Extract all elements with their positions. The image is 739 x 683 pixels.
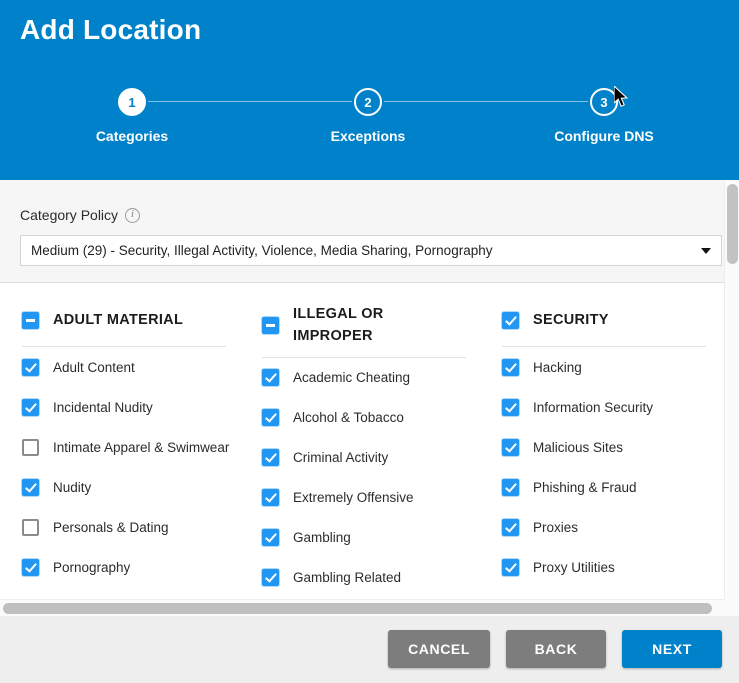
vertical-scrollbar[interactable] [724,181,739,599]
category-column-security: SECURITY Hacking Information Security Ma… [480,303,720,598]
wizard-step-exceptions[interactable]: 2 Exceptions [288,88,448,144]
list-item[interactable]: Gambling Related [262,558,466,598]
horizontal-scrollbar-thumb[interactable] [3,603,712,614]
group-checkbox-illegal-or-improper[interactable] [262,316,279,334]
list-item[interactable]: Proxies [502,507,706,547]
checkbox-adult-content[interactable] [22,358,39,376]
checkbox-proxies[interactable] [502,518,519,536]
checkbox-phishing-fraud[interactable] [502,478,519,496]
category-label: Phishing & Fraud [533,479,637,495]
checkbox-pornography[interactable] [22,558,39,576]
list-item[interactable]: Incidental Nudity [22,387,226,427]
category-group-header[interactable]: SECURITY [502,303,706,337]
checkbox-proxy-utilities[interactable] [502,558,519,576]
list-item[interactable]: Proxy Utilities [502,547,706,587]
checkbox-information-security[interactable] [502,398,519,416]
wizard-stepper: 1 Categories 2 Exceptions 3 Configure DN… [0,88,739,168]
scrollbar-corner [724,599,739,616]
category-label: Hacking [533,359,582,375]
list-item[interactable]: Nudity [22,467,226,507]
checkbox-personals-dating[interactable] [22,518,39,536]
list-item[interactable]: Extremely Offensive [262,478,466,518]
horizontal-scrollbar[interactable] [0,599,724,616]
step-number-3: 3 [590,88,618,116]
category-label: Gambling [293,530,351,546]
checkbox-malicious-sites[interactable] [502,438,519,456]
checkbox-gambling[interactable] [262,529,279,547]
add-location-dialog: Add Location 1 Categories 2 Exceptions 3… [0,0,739,683]
category-column-adult-material: ADULT MATERIAL Adult Content Incidental … [0,303,240,598]
back-button[interactable]: BACK [506,630,606,668]
checkbox-criminal-activity[interactable] [262,449,279,467]
checkbox-alcohol-tobacco[interactable] [262,409,279,427]
group-checkbox-security[interactable] [502,311,519,329]
category-label: Proxies [533,519,579,535]
category-group-title: ILLEGAL OR IMPROPER [293,306,384,345]
checkbox-intimate-apparel-swimwear[interactable] [22,438,39,456]
checkbox-gambling-related[interactable] [262,569,279,587]
chevron-down-icon[interactable] [701,247,711,254]
cancel-button[interactable]: CANCEL [388,630,490,668]
vertical-scrollbar-thumb[interactable] [727,184,738,264]
wizard-step-configure-dns[interactable]: 3 Configure DNS [524,88,684,144]
step-label-1: Categories [95,128,169,144]
category-label: Incidental Nudity [53,399,153,415]
step-number-1: 1 [118,88,146,116]
dialog-header: Add Location 1 Categories 2 Exceptions 3… [0,0,739,180]
step-label-2: Exceptions [330,128,406,144]
wizard-step-categories[interactable]: 1 Categories [52,88,212,144]
list-item[interactable]: Hacking [502,347,706,387]
category-list-panel: ADULT MATERIAL Adult Content Incidental … [0,283,722,599]
category-policy-select[interactable]: Medium (29) - Security, Illegal Activity… [20,235,722,266]
list-item[interactable]: Intimate Apparel & Swimwear [22,427,230,467]
checkbox-academic-cheating[interactable] [262,369,279,387]
checkbox-hacking[interactable] [502,358,519,376]
category-label: Extremely Offensive [293,490,414,506]
step-number-2: 2 [354,88,382,116]
category-policy-label-row: Category Policy i [20,207,141,223]
list-item[interactable]: Information Security [502,387,706,427]
category-policy-selected-value: Medium (29) - Security, Illegal Activity… [31,243,493,258]
category-label: Proxy Utilities [533,559,615,575]
category-label: Alcohol & Tobacco [293,410,404,426]
page-title: Add Location [20,14,202,45]
list-item[interactable]: Gambling [262,518,466,558]
info-icon[interactable]: i [125,207,141,223]
checkbox-nudity[interactable] [22,478,39,496]
list-item[interactable]: Phishing & Fraud [502,467,706,507]
category-group-header[interactable]: ILLEGAL OR IMPROPER [262,303,466,348]
list-item[interactable]: Academic Cheating [262,358,466,398]
group-checkbox-adult-material[interactable] [22,311,39,329]
dialog-footer: CANCEL BACK NEXT [0,616,739,683]
category-label: Adult Content [53,359,135,375]
category-policy-label: Category Policy [20,207,119,223]
list-item[interactable]: Personals & Dating [22,507,226,547]
list-item[interactable]: Pornography [22,547,226,587]
category-label: Nudity [53,479,92,495]
category-policy-section: Category Policy i Medium (29) - Security… [0,180,739,283]
list-item[interactable]: Criminal Activity [262,438,466,478]
category-label: Intimate Apparel & Swimwear [53,439,230,455]
category-group-header[interactable]: ADULT MATERIAL [22,303,226,337]
category-columns: ADULT MATERIAL Adult Content Incidental … [0,283,722,598]
category-label: Information Security [533,399,654,415]
checkbox-incidental-nudity[interactable] [22,398,39,416]
list-item[interactable]: Malicious Sites [502,427,706,467]
category-group-title: ADULT MATERIAL [53,311,184,328]
checkbox-extremely-offensive[interactable] [262,489,279,507]
list-item[interactable]: Adult Content [22,347,226,387]
category-label: Gambling Related [293,570,402,586]
category-column-illegal-or-improper: ILLEGAL OR IMPROPER Academic Cheating Al… [240,303,480,598]
category-group-title: SECURITY [533,311,609,328]
step-label-3: Configure DNS [554,128,654,144]
footer-button-group: CANCEL BACK NEXT [388,630,722,668]
next-button[interactable]: NEXT [622,630,722,668]
list-item[interactable]: Alcohol & Tobacco [262,398,466,438]
category-label: Pornography [53,559,131,575]
category-label: Personals & Dating [53,519,169,535]
category-label: Criminal Activity [293,450,389,466]
category-label: Malicious Sites [533,439,624,455]
category-label: Academic Cheating [293,370,411,386]
